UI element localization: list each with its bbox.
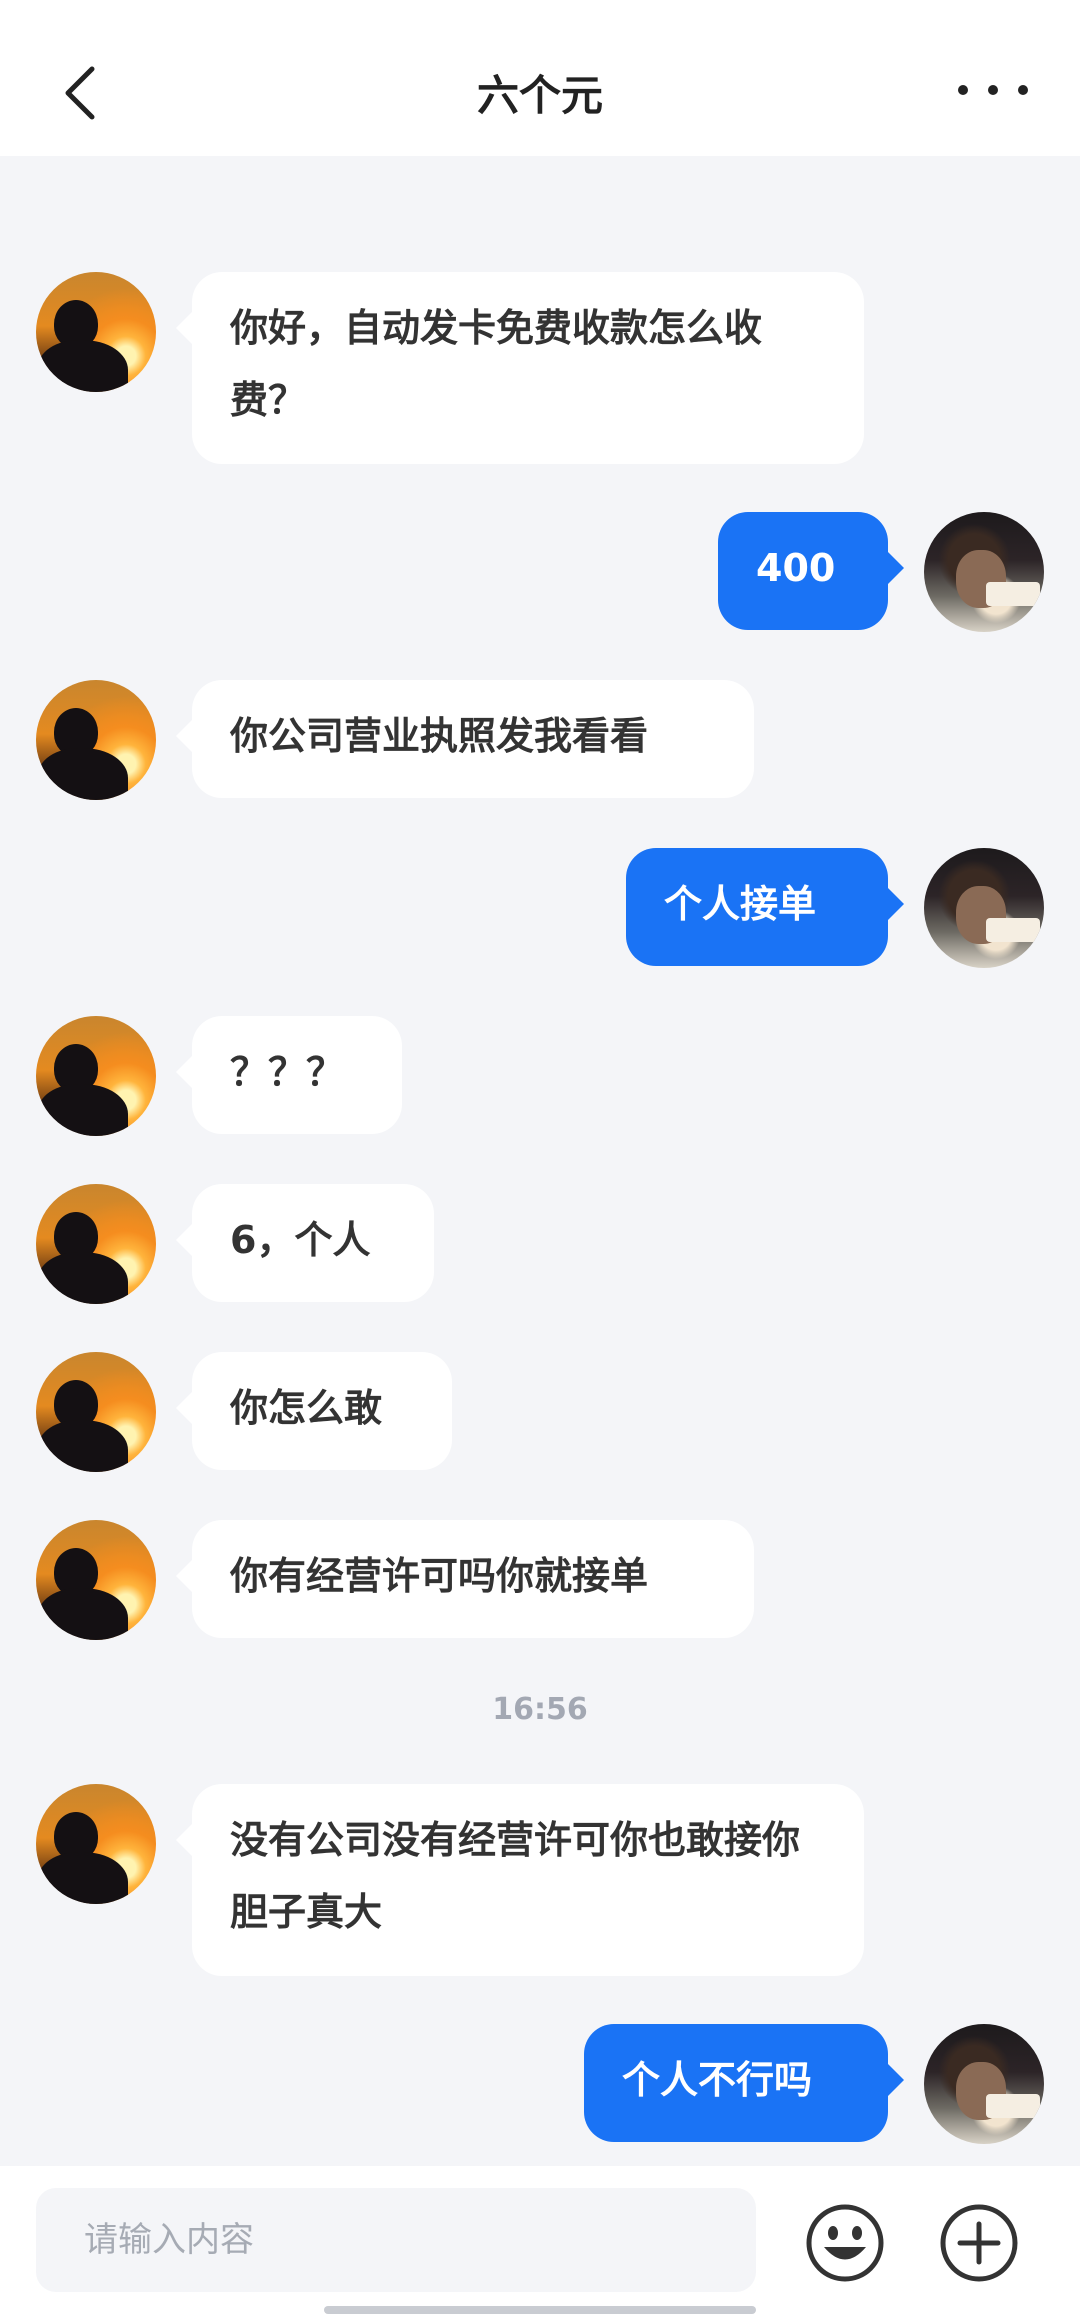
- message-bubble-incoming[interactable]: 你怎么敢: [176, 1352, 452, 1470]
- contact-avatar[interactable]: [36, 1184, 156, 1304]
- contact-avatar[interactable]: [36, 1520, 156, 1640]
- contact-avatar[interactable]: [36, 1352, 156, 1472]
- message-bubble-incoming[interactable]: 没有公司没有经营许可你也敢接你胆子真大: [176, 1784, 864, 1976]
- message-bubble-incoming[interactable]: 你公司营业执照发我看看: [176, 680, 754, 798]
- user-avatar[interactable]: [924, 848, 1044, 968]
- message-input[interactable]: [36, 2188, 756, 2292]
- contact-avatar[interactable]: [36, 1784, 156, 1904]
- contact-avatar[interactable]: [36, 680, 156, 800]
- home-indicator: [324, 2306, 756, 2314]
- message-bubble-incoming[interactable]: 6，个人: [176, 1184, 434, 1302]
- message-bubble-outgoing[interactable]: 400: [718, 512, 904, 630]
- message-bubble-incoming[interactable]: ？？？: [176, 1016, 402, 1134]
- emoji-icon: [806, 2204, 884, 2282]
- user-avatar[interactable]: [924, 512, 1044, 632]
- chat-header: 六个元: [0, 0, 1080, 156]
- message-bubble-outgoing[interactable]: 个人接单: [626, 848, 904, 966]
- plus-icon: [940, 2204, 1018, 2282]
- more-dots-icon: [1018, 85, 1028, 95]
- emoji-button[interactable]: [804, 2202, 886, 2284]
- message-bubble-incoming[interactable]: 你有经营许可吗你就接单: [176, 1520, 754, 1638]
- more-dots-icon: [958, 85, 968, 95]
- message-bubble-outgoing[interactable]: 个人不行吗: [584, 2024, 904, 2142]
- contact-avatar[interactable]: [36, 1016, 156, 1136]
- user-avatar[interactable]: [924, 2024, 1044, 2144]
- more-dots-icon: [988, 85, 998, 95]
- contact-avatar[interactable]: [36, 272, 156, 392]
- message-bubble-incoming[interactable]: 你好，自动发卡免费收款怎么收费？: [176, 272, 864, 464]
- composer-bar: [0, 2166, 1080, 2318]
- timestamp: 16:56: [492, 1692, 588, 1727]
- more-options-button[interactable]: [958, 70, 1028, 110]
- plus-button[interactable]: [938, 2202, 1020, 2284]
- chat-title: 六个元: [476, 71, 603, 120]
